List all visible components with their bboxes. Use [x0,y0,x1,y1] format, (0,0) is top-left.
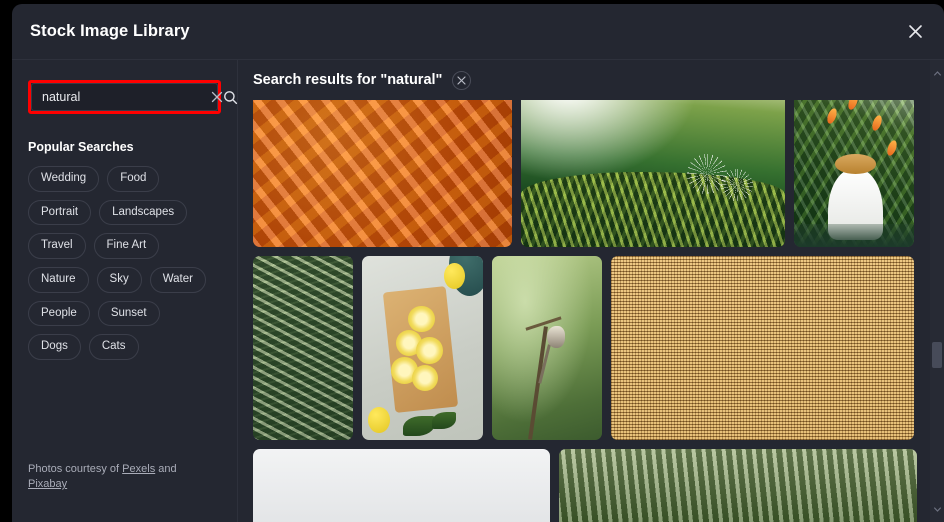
chevron-down-icon[interactable] [930,502,944,516]
stock-image-library-modal: Stock Image Library natural Popular Sear… [12,4,944,522]
credits-middle: and [155,463,177,475]
popular-searches-heading: Popular Searches [28,140,134,154]
bird-thumbnail [492,256,602,440]
lemon-thumbnail [362,256,483,440]
tag-dogs[interactable]: Dogs [28,334,81,360]
results-scrollbar[interactable] [930,60,944,522]
image-wheat-field-closeup[interactable] [253,256,353,440]
photo-credits: Photos courtesy of Pexels and Pixabay [28,462,218,492]
burlap-thumbnail [611,256,914,440]
search-results-panel: Search results for "natural" [238,60,944,522]
modal-body: Popular Searches Wedding Food Portrait L… [12,60,944,522]
search-field-highlight [28,80,238,114]
image-white-surface-photo[interactable] [253,449,550,522]
sidebar: Popular Searches Wedding Food Portrait L… [12,60,238,522]
tag-portrait[interactable]: Portrait [28,199,92,226]
scrollbar-thumb[interactable] [932,342,942,368]
grid-row [253,449,926,522]
chevron-up-icon[interactable] [930,66,944,80]
pixabay-link[interactable]: Pixabay [28,478,67,490]
search-icon[interactable] [223,84,238,110]
tag-sunset[interactable]: Sunset [97,300,160,327]
search-input[interactable] [32,90,211,104]
search-field [31,83,238,111]
tag-water[interactable]: Water [149,266,206,293]
forest-thumbnail [559,449,917,522]
tag-people[interactable]: People [28,300,90,327]
wheat-thumbnail [253,256,353,440]
results-header: Search results for "natural" [238,60,944,100]
modal-header: Stock Image Library [12,4,944,60]
image-lemon-slices-on-board[interactable] [362,256,483,440]
image-bird-on-branch[interactable] [492,256,602,440]
tag-nature[interactable]: Nature [28,266,89,293]
clear-search-icon[interactable] [211,84,223,110]
tag-food[interactable]: Food [107,166,160,192]
tag-travel[interactable]: Travel [28,233,86,259]
image-forest-canopy-photo[interactable] [559,449,917,522]
credits-prefix: Photos courtesy of [28,463,123,475]
tag-cats[interactable]: Cats [88,334,139,360]
tag-landscapes[interactable]: Landscapes [99,199,188,226]
tag-sky[interactable]: Sky [96,266,142,293]
results-heading: Search results for "natural" [253,72,443,88]
pexels-link[interactable]: Pexels [122,463,155,475]
image-burlap-fabric-texture[interactable] [611,256,914,440]
close-icon[interactable] [900,16,930,46]
results-grid-scroll[interactable] [238,60,944,522]
tag-fine-art[interactable]: Fine Art [93,233,160,259]
page-title: Stock Image Library [30,22,190,40]
clear-results-icon[interactable] [452,70,472,90]
popular-search-tags: Wedding Food Portrait Landscapes Travel … [28,166,214,360]
tag-wedding[interactable]: Wedding [28,166,100,192]
grid-row [253,256,926,440]
white-surface-thumbnail [253,449,550,522]
results-grid [253,60,926,522]
